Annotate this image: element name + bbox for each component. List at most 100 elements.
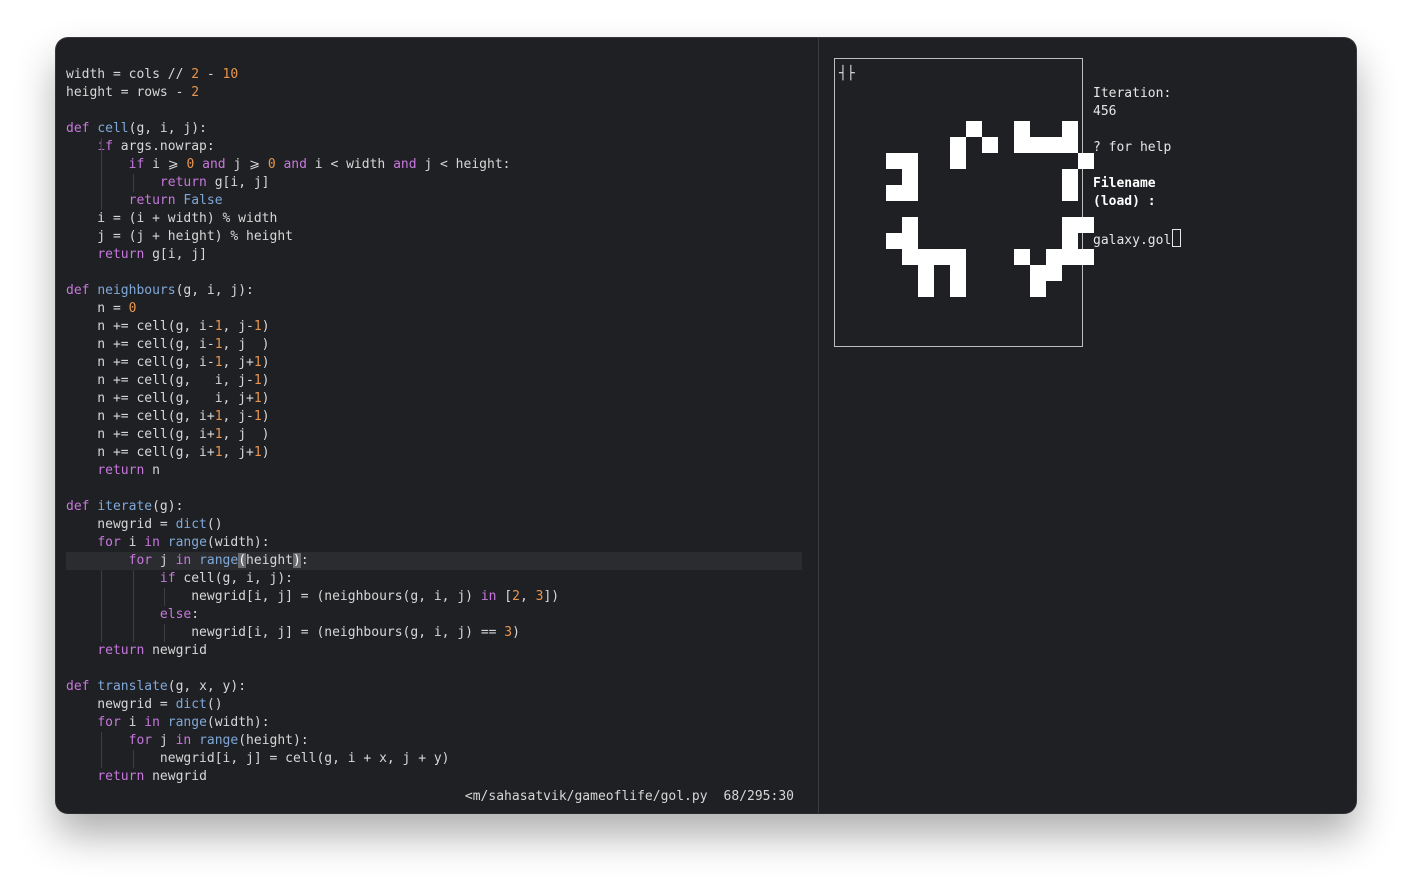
code-line[interactable]: return g[i, j] (66, 174, 802, 192)
code-token: 1 (253, 445, 262, 460)
code-line[interactable]: n += cell(g, i+1, j-1) (66, 408, 802, 426)
code-line[interactable]: n += cell(g, i-1, j ) (66, 336, 802, 354)
code-line[interactable]: n += cell(g, i-1, j+1) (66, 354, 802, 372)
code-token: n += cell(g, i, j+ (66, 391, 254, 406)
code-line[interactable]: if i ⩾ 0 and j ⩾ 0 and i < width and j <… (66, 156, 802, 174)
live-cell (1062, 169, 1078, 185)
editor-status-line: <m/sahasatvik/gameoflife/gol.py 68/295:30 (465, 788, 794, 806)
code-line[interactable]: return newgrid (66, 642, 802, 660)
indent-guide (101, 138, 103, 156)
code-listing[interactable]: width = cols // 2 - 10 height = rows - 2 d… (66, 66, 802, 786)
code-line[interactable]: newgrid[i, j] = (neighbours(g, i, j) == … (66, 624, 802, 642)
indent-guide (101, 156, 103, 174)
live-cell (902, 249, 918, 265)
file-path: <m/sahasatvik/gameoflife/gol.py (464, 789, 708, 804)
code-token: - (199, 67, 223, 82)
code-token: i (120, 715, 145, 730)
indent-guide (101, 750, 103, 768)
code-line[interactable]: width = cols // 2 - 10 (66, 66, 802, 84)
code-token: ]) (543, 589, 560, 604)
code-token: in (175, 733, 192, 748)
code-line[interactable]: newgrid[i, j] = (neighbours(g, i, j) in … (66, 588, 802, 606)
code-line[interactable]: i = (i + width) % width (66, 210, 802, 228)
live-cell (886, 233, 902, 249)
live-cell (934, 249, 950, 265)
indent-guide (132, 624, 134, 642)
code-line[interactable]: if args.nowrap: (66, 138, 802, 156)
code-line[interactable]: def translate(g, x, y): (66, 678, 802, 696)
code-token: n += cell(g, i+ (66, 409, 215, 424)
code-token: ) (261, 355, 270, 370)
text-cursor (1172, 229, 1182, 247)
code-line[interactable] (66, 102, 802, 120)
pane-divider[interactable] (818, 38, 819, 813)
code-token: newgrid (144, 769, 207, 784)
bracket-highlight: ) (293, 553, 301, 568)
code-token: if (97, 139, 113, 154)
code-token: i ⩾ (144, 157, 187, 172)
help-hint: ? for help (1093, 140, 1172, 155)
filename-input[interactable]: galaxy.gol (1093, 229, 1182, 248)
code-line[interactable]: n += cell(g, i-1, j-1) (66, 318, 802, 336)
code-editor-pane[interactable]: width = cols // 2 - 10 height = rows - 2 d… (56, 38, 818, 813)
code-line[interactable]: return n (66, 462, 802, 480)
code-token: return (128, 193, 176, 208)
code-line[interactable]: return False (66, 192, 802, 210)
live-cell (1062, 249, 1078, 265)
code-token: , j ) (222, 427, 270, 442)
code-line[interactable]: def cell(g, i, j): (66, 120, 802, 138)
code-line[interactable]: for i in range(width): (66, 534, 802, 552)
code-line[interactable] (66, 264, 802, 282)
code-line[interactable]: return g[i, j] (66, 246, 802, 264)
code-token: 1 (214, 427, 223, 442)
code-line[interactable]: newgrid = dict() (66, 696, 802, 714)
code-line[interactable]: if cell(g, i, j): (66, 570, 802, 588)
live-cell (1046, 137, 1062, 153)
code-line[interactable]: else: (66, 606, 802, 624)
code-token: newgrid (144, 643, 207, 658)
code-line-current[interactable]: for j in range(height): (66, 552, 802, 570)
code-line[interactable]: def iterate(g): (66, 498, 802, 516)
code-line[interactable]: for i in range(width): (66, 714, 802, 732)
code-line[interactable]: j = (j + height) % height (66, 228, 802, 246)
code-token: height (246, 553, 294, 568)
code-token: 2 (191, 67, 200, 82)
code-line[interactable]: return newgrid (66, 768, 802, 786)
code-line[interactable]: n = 0 (66, 300, 802, 318)
code-token: height = rows - (66, 85, 192, 100)
live-cell (1078, 153, 1094, 169)
code-line[interactable] (66, 660, 802, 678)
code-token: in (144, 715, 160, 730)
code-line[interactable]: def neighbours(g, i, j): (66, 282, 802, 300)
code-line[interactable]: newgrid = dict() (66, 516, 802, 534)
code-line[interactable]: height = rows - 2 (66, 84, 802, 102)
code-token: n += cell(g, i+ (66, 445, 215, 460)
code-token: for (128, 733, 153, 748)
bracket-highlight: ( (238, 553, 247, 568)
code-token: , j- (222, 409, 254, 424)
code-token: j ⩾ (225, 157, 268, 172)
indent-guide (101, 606, 103, 624)
live-cell (1062, 185, 1078, 201)
code-token: i (120, 535, 145, 550)
code-token: [ (496, 589, 513, 604)
code-line[interactable]: n += cell(g, i, j-1) (66, 372, 802, 390)
code-token: 2 (512, 589, 520, 604)
code-token: (g): (152, 499, 184, 514)
code-line[interactable]: for j in range(height): (66, 732, 802, 750)
code-token: args.nowrap: (112, 139, 215, 154)
code-line[interactable] (66, 480, 802, 498)
code-line[interactable]: n += cell(g, i+1, j+1) (66, 444, 802, 462)
code-line[interactable]: newgrid[i, j] = cell(g, i + x, j + y) (66, 750, 802, 768)
filename-input-value[interactable]: galaxy.gol (1093, 233, 1171, 248)
code-line[interactable]: n += cell(g, i+1, j ) (66, 426, 802, 444)
code-token: range (199, 553, 239, 568)
code-token: newgrid = (66, 517, 176, 532)
code-line[interactable]: n += cell(g, i, j+1) (66, 390, 802, 408)
